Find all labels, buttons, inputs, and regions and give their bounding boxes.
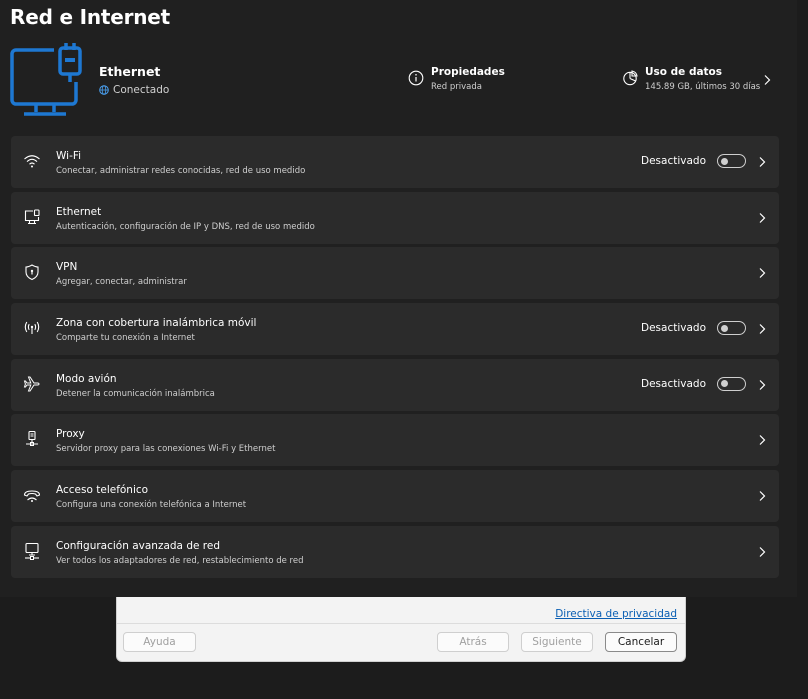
wizard-dialog: Directiva de privacidad Ayuda Atrás Sigu…: [116, 597, 686, 662]
hotspot-icon: [24, 321, 40, 335]
row-airplane-mode[interactable]: Modo avión Detener la comunicación inalá…: [11, 358, 779, 411]
row-subtitle: Conectar, administrar redes conocidas, r…: [56, 166, 306, 176]
row-advanced-network[interactable]: Configuración avanzada de red Ver todos …: [11, 525, 779, 578]
chevron-right-icon: [759, 546, 766, 557]
cancel-button[interactable]: Cancelar: [605, 632, 677, 652]
properties-link[interactable]: Propiedades Red privada: [408, 66, 505, 92]
row-subtitle: Detener la comunicación inalámbrica: [56, 388, 215, 399]
connection-status: Conectado: [99, 84, 169, 96]
settings-list: Wi-Fi Conectar, administrar redes conoci…: [11, 136, 779, 582]
help-button[interactable]: Ayuda: [123, 632, 196, 652]
properties-label: Propiedades: [431, 66, 505, 78]
hotspot-state: Desactivado: [641, 322, 706, 335]
back-button[interactable]: Atrás: [437, 632, 509, 652]
globe-icon: [99, 85, 109, 95]
proxy-icon: [26, 431, 38, 447]
network-adapter-icon: [25, 542, 39, 560]
row-vpn[interactable]: VPN Agregar, conectar, administrar: [11, 247, 779, 300]
airplane-state: Desactivado: [641, 377, 706, 390]
row-dial-up[interactable]: Acceso telefónico Configura una conexión…: [11, 470, 779, 523]
airplane-toggle[interactable]: [717, 376, 746, 391]
chevron-right-icon: [759, 379, 766, 390]
row-title: Ethernet: [56, 205, 102, 218]
row-subtitle: Configura una conexión telefónica a Inte…: [56, 500, 247, 511]
chevron-right-icon: [759, 324, 766, 334]
settings-window: Red e Internet Ethernet Conectado Propie…: [0, 0, 797, 597]
row-mobile-hotspot[interactable]: Zona con cobertura inalámbrica móvil Com…: [11, 303, 779, 356]
connection-status-text: Conectado: [113, 84, 170, 96]
row-ethernet[interactable]: Ethernet Autenticación, configuración de…: [11, 191, 779, 244]
row-subtitle: Autenticación, configuración de IP y DNS…: [56, 221, 315, 232]
dialog-separator: [117, 623, 685, 624]
row-proxy[interactable]: Proxy Servidor proxy para las conexiones…: [11, 414, 779, 467]
row-title: Zona con cobertura inalámbrica móvil: [56, 317, 257, 330]
row-title: Proxy: [56, 428, 85, 441]
row-title: Modo avión: [56, 372, 117, 385]
connection-name: Ethernet: [99, 64, 161, 79]
chevron-right-icon: [759, 212, 766, 223]
next-button[interactable]: Siguiente: [521, 632, 593, 652]
airplane-icon: [23, 376, 40, 392]
chevron-right-icon: [759, 268, 766, 279]
chevron-right-icon: [759, 435, 766, 446]
row-title: Acceso telefónico: [56, 484, 149, 497]
row-subtitle: Ver todos los adaptadores de red, restab…: [56, 555, 304, 566]
row-subtitle: Comparte tu conexión a Internet: [56, 333, 195, 344]
row-wifi[interactable]: Wi-Fi Conectar, administrar redes conoci…: [11, 136, 779, 188]
chevron-right-icon: [759, 491, 766, 502]
ethernet-icon: [24, 209, 40, 224]
row-title: VPN: [56, 261, 78, 274]
data-usage-value: 145.89 GB, últimos 30 días: [645, 82, 761, 92]
row-title: Wi-Fi: [56, 150, 82, 162]
row-subtitle: Servidor proxy para las conexiones Wi-Fi…: [56, 444, 276, 455]
wifi-icon: [24, 155, 40, 168]
chevron-right-icon[interactable]: [762, 74, 772, 86]
shield-icon: [25, 264, 39, 281]
row-subtitle: Agregar, conectar, administrar: [56, 277, 187, 288]
data-usage-link[interactable]: Uso de datos 145.89 GB, últimos 30 días: [622, 66, 760, 92]
row-title: Configuración avanzada de red: [56, 539, 220, 552]
wifi-toggle[interactable]: [717, 154, 746, 168]
properties-value: Red privada: [431, 82, 482, 92]
connection-summary: Ethernet Conectado Propiedades Red priva…: [10, 42, 780, 118]
chevron-right-icon: [759, 157, 766, 167]
pie-chart-icon: [623, 70, 638, 86]
ethernet-monitor-icon: [10, 43, 82, 116]
wifi-state: Desactivado: [641, 155, 706, 167]
data-usage-label: Uso de datos: [645, 66, 723, 78]
info-icon: [408, 70, 424, 86]
dial-up-icon: [23, 490, 41, 503]
page-title: Red e Internet: [10, 5, 171, 29]
privacy-policy-link[interactable]: Directiva de privacidad: [555, 608, 677, 620]
hotspot-toggle[interactable]: [717, 321, 746, 336]
